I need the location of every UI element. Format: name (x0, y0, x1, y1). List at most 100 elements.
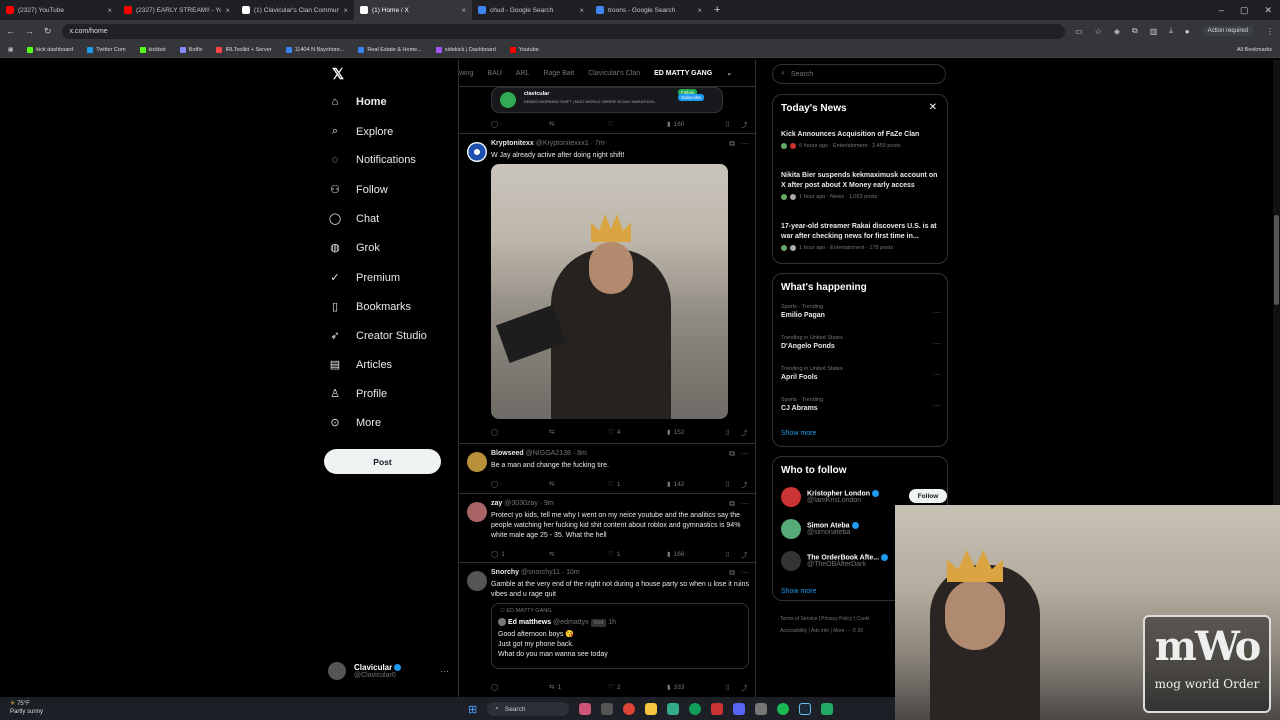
like-icon[interactable]: ♡ 1 (608, 550, 620, 559)
views-count[interactable]: ▮ 152 (667, 428, 684, 437)
news-item[interactable]: Nikita Bier suspends kekmaximusk account… (781, 171, 943, 200)
close-window-button[interactable]: ✕ (1264, 5, 1272, 16)
taskbar-search[interactable]: ⌕ Search (487, 702, 570, 716)
news-item[interactable]: Kick Announces Acquisition of FaZe Clan 6… (781, 130, 943, 149)
nav-item-notifications[interactable]: ◌ Notifications (328, 154, 416, 166)
trend-item[interactable]: Trending in United States April Fools ··· (781, 366, 941, 381)
more-icon[interactable]: ··· (741, 568, 749, 578)
reply-icon[interactable]: ◯ (491, 683, 498, 691)
share-icon[interactable]: ⤴ (741, 427, 748, 437)
nav-item-grok[interactable]: ◍ Grok (328, 241, 380, 255)
show-more-link[interactable]: Show more (781, 588, 816, 595)
close-tab-icon[interactable]: × (697, 6, 702, 15)
reload-icon[interactable]: ↻ (44, 26, 52, 37)
url-input[interactable]: x.com/home (61, 23, 1066, 39)
grok-icon[interactable]: ⧉ (729, 499, 735, 509)
bookmark-item[interactable]: Youtube (509, 46, 539, 53)
star-icon[interactable]: ☆ (1095, 27, 1102, 36)
tweet[interactable]: Blowseed @NIGGA2138 · 8m ⧉ ··· Be a man a… (459, 444, 755, 494)
forward-icon[interactable]: → (25, 26, 34, 36)
spotify-icon[interactable] (777, 703, 790, 715)
browser-tab[interactable]: chud - Google Search × (472, 0, 590, 20)
nav-item-bookmarks[interactable]: ▯ Bookmarks (328, 300, 411, 314)
views-count[interactable]: ▮ 142 (667, 480, 684, 489)
maximize-button[interactable]: ▢ (1240, 5, 1249, 16)
feed-tab[interactable]: BAU (487, 70, 501, 77)
feed-tab[interactable]: Clavicular's Clan (588, 70, 640, 77)
close-tab-icon[interactable]: × (107, 6, 112, 15)
retweet-icon[interactable]: ⇆ (549, 550, 554, 558)
app-icon[interactable] (821, 703, 834, 715)
taskview-icon[interactable] (601, 703, 614, 715)
feed-tab[interactable]: ARL (516, 70, 530, 77)
browser-tab[interactable]: troons - Google Search × (590, 0, 708, 20)
retweet-icon[interactable]: ⇆ (549, 480, 554, 488)
tweet-author[interactable]: Blowseed (491, 450, 524, 457)
close-tab-icon[interactable]: × (225, 6, 230, 15)
steam-icon[interactable] (799, 703, 812, 715)
tweet[interactable]: Kryptonitexx @Kryptonitexxx1 · 7m ⧉ ··· W… (459, 134, 755, 444)
feed-tab[interactable]: ED MATTY GANG (654, 70, 712, 77)
grok-icon[interactable]: ⧉ (729, 139, 735, 149)
grok-icon[interactable]: ⧉ (729, 568, 735, 578)
trend-item[interactable]: Sports · Trending CJ Abrams ··· (781, 397, 941, 412)
bookmark-item[interactable]: IRLToolkit + Server (216, 46, 272, 53)
show-more-link[interactable]: Show more (781, 430, 816, 437)
close-icon[interactable]: ✕ (929, 102, 937, 113)
nav-item-chat[interactable]: ◯ Chat (328, 212, 379, 226)
reply-icon[interactable]: ◯ 1 (491, 550, 505, 559)
x-logo[interactable]: 𝕏 (332, 65, 344, 83)
app-icon[interactable] (711, 703, 724, 715)
bookmark-item[interactable]: Twitter Com (87, 46, 126, 53)
start-icon[interactable]: ⊞ (468, 703, 477, 716)
tweet[interactable]: Snorchy @snorchy11 · 10m ⧉ ··· Gamble at … (459, 563, 755, 697)
more-icon[interactable]: ··· (933, 308, 941, 317)
bookmark-item[interactable]: kick dashboard (27, 46, 73, 53)
more-icon[interactable]: ··· (741, 139, 749, 149)
like-icon[interactable]: ♡ (608, 120, 614, 128)
close-tab-icon[interactable]: × (579, 6, 584, 15)
bookmark-icon[interactable]: ▯ (726, 428, 730, 436)
chrome-icon[interactable] (689, 703, 702, 715)
extension-icon[interactable]: ◈ (1114, 27, 1120, 36)
embedded-stream-card[interactable]: clavicular DRADO MORNING SHIFT | MOO WOR… (491, 87, 723, 113)
close-tab-icon[interactable]: × (343, 6, 348, 15)
nav-item-explore[interactable]: ⌕ Explore (328, 125, 393, 138)
post-button[interactable]: Post (324, 449, 441, 474)
bookmark-icon[interactable]: ▯ (726, 550, 730, 558)
close-tab-icon[interactable]: × (461, 6, 466, 15)
share-icon[interactable]: ⤴ (741, 682, 748, 692)
profile-avatar[interactable]: ● (1185, 27, 1190, 36)
bookmark-icon[interactable]: ▯ (726, 480, 730, 488)
footer-links[interactable]: Terms of Service | Privacy Policy | Cook… (780, 613, 910, 637)
menu-icon[interactable]: ⋮ (1266, 27, 1274, 36)
reply-icon[interactable]: ◯ (491, 480, 498, 488)
share-icon[interactable]: ⤴ (741, 479, 748, 489)
chrome-icon[interactable] (623, 703, 636, 715)
account-switcher[interactable]: Clavicular @Clavicular0 (328, 662, 402, 680)
nav-item-follow[interactable]: ⚇ Follow (328, 183, 388, 197)
new-tab-button[interactable]: + (714, 4, 720, 16)
nav-item-creator-studio[interactable]: ➶ Creator Studio (328, 329, 427, 343)
more-icon[interactable]: ··· (933, 339, 941, 348)
search-input[interactable]: ⌕ Search (772, 64, 946, 84)
feed-tab[interactable]: Rage Bait (543, 70, 574, 77)
trend-item[interactable]: Sports · Trending Emilio Pagan ··· (781, 304, 941, 319)
more-icon[interactable]: ··· (741, 449, 749, 459)
retweet-icon[interactable]: ⇆ (549, 428, 554, 436)
puzzle-icon[interactable]: ⧉ (1132, 26, 1138, 36)
action-required-button[interactable]: Action required (1201, 26, 1254, 36)
bookmark-item[interactable]: Real Estate & Home... (358, 46, 422, 53)
browser-tab[interactable]: (1) Home / X × (354, 0, 472, 20)
card-subscribe-button[interactable]: Subscribe (678, 94, 705, 101)
tweet-author[interactable]: Snorchy (491, 569, 519, 576)
more-icon[interactable]: ··· (933, 370, 941, 379)
discord-icon[interactable] (733, 703, 746, 715)
sidepanel-icon[interactable]: ▥ (1150, 27, 1158, 36)
more-icon[interactable]: ··· (741, 499, 749, 509)
apps-icon[interactable]: ▦ (8, 47, 13, 53)
retweet-icon[interactable]: ⇆ (549, 120, 554, 128)
nav-item-home[interactable]: ⌂ Home (328, 96, 387, 108)
bookmark-item[interactable]: Botfix (179, 46, 202, 53)
account-menu-icon[interactable]: ··· (440, 666, 449, 676)
